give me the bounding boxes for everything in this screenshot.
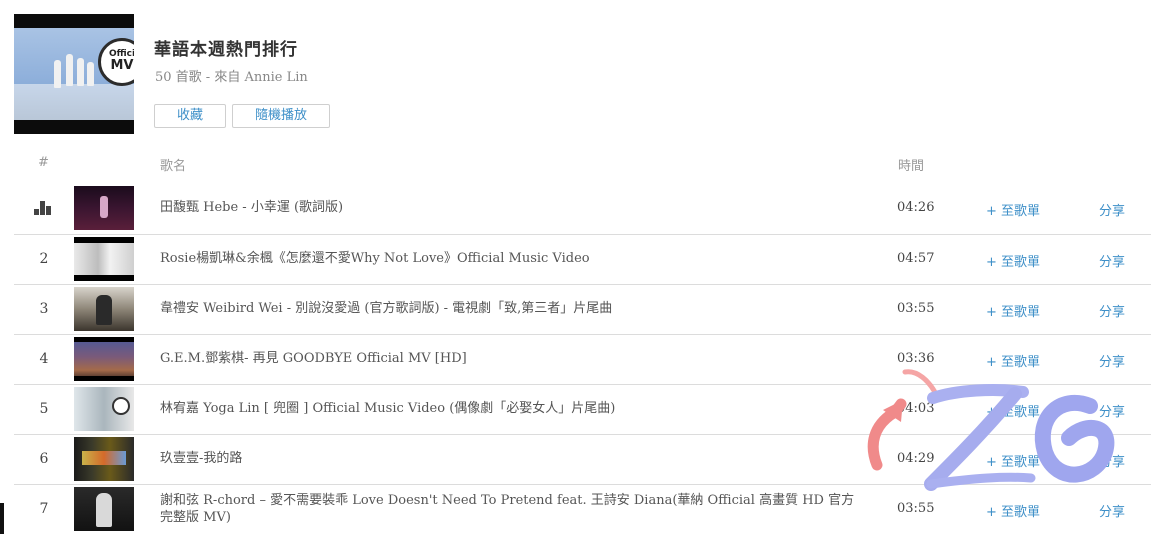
song-thumbnail[interactable] [74,186,134,230]
song-thumbnail[interactable] [74,287,134,331]
share-link[interactable]: 分享 [1099,301,1125,320]
song-title[interactable]: 韋禮安 Weibird Wei - 別說沒愛過 (官方歌詞版) - 電視劇「致,… [160,300,860,317]
zo-watermark-icon [867,369,1115,491]
song-row[interactable]: 田馥甄 Hebe - 小幸運 (歌詞版) 04:26 + 至歌單 分享 [14,184,1151,234]
share-link[interactable]: 分享 [1099,200,1125,219]
song-duration: 04:57 [897,251,935,266]
song-number: 5 [39,401,49,417]
cover-figure [66,54,73,86]
song-thumbnail[interactable] [74,337,134,381]
song-number: 3 [39,301,49,317]
song-number: 2 [39,251,49,267]
song-row[interactable]: 2 Rosie楊凱琳&余楓《怎麼還不愛Why Not Love》Official… [14,234,1151,285]
add-to-playlist-link[interactable]: + 至歌單 [986,200,1040,219]
song-title[interactable]: 田馥甄 Hebe - 小幸運 (歌詞版) [160,199,860,216]
cover-sea [14,84,134,120]
bars-icon [34,201,54,215]
playlist-title: 華語本週熱門排行 [154,40,298,60]
cover-figure [77,58,84,86]
song-title[interactable]: Rosie楊凱琳&余楓《怎麼還不愛Why Not Love》Official M… [160,250,860,267]
add-to-playlist-link[interactable]: + 至歌單 [986,301,1040,320]
left-edge-scroll-marker [0,503,4,534]
cover-figure [54,60,61,88]
shuffle-play-button[interactable]: 隨機播放 [232,104,330,128]
song-row[interactable]: 3 韋禮安 Weibird Wei - 別說沒愛過 (官方歌詞版) - 電視劇「… [14,284,1151,335]
song-duration: 03:55 [897,301,935,316]
song-thumbnail[interactable] [74,487,134,531]
badge-line2: MV [110,58,134,73]
column-header-time[interactable]: 時間 [898,155,924,174]
song-title[interactable]: 林宥嘉 Yoga Lin [ 兜圈 ] Official Music Video… [160,400,860,417]
song-number: 7 [39,501,49,517]
add-to-playlist-link[interactable]: + 至歌單 [986,251,1040,270]
song-number: 6 [39,451,49,467]
song-title[interactable]: 謝和弦 R-chord – 愛不需要裝乖 Love Doesn't Need T… [160,492,860,526]
song-duration: 04:26 [897,200,935,215]
column-header-number: # [38,155,49,170]
cover-figure [87,62,94,86]
playlist-cover[interactable]: Offici MV [14,14,134,134]
share-link[interactable]: 分享 [1099,251,1125,270]
song-title[interactable]: G.E.M.鄧紫棋- 再見 GOODBYE Official MV [HD] [160,350,860,367]
song-thumbnail[interactable] [74,237,134,281]
favorite-button[interactable]: 收藏 [154,104,226,128]
playlist-meta: 50 首歌 - 來自 Annie Lin [155,70,308,85]
song-thumbnail[interactable] [74,387,134,431]
column-header-title[interactable]: 歌名 [160,155,186,174]
song-thumbnail[interactable] [74,437,134,481]
song-number: 4 [39,351,49,367]
song-title[interactable]: 玖壹壹-我的路 [160,450,860,467]
